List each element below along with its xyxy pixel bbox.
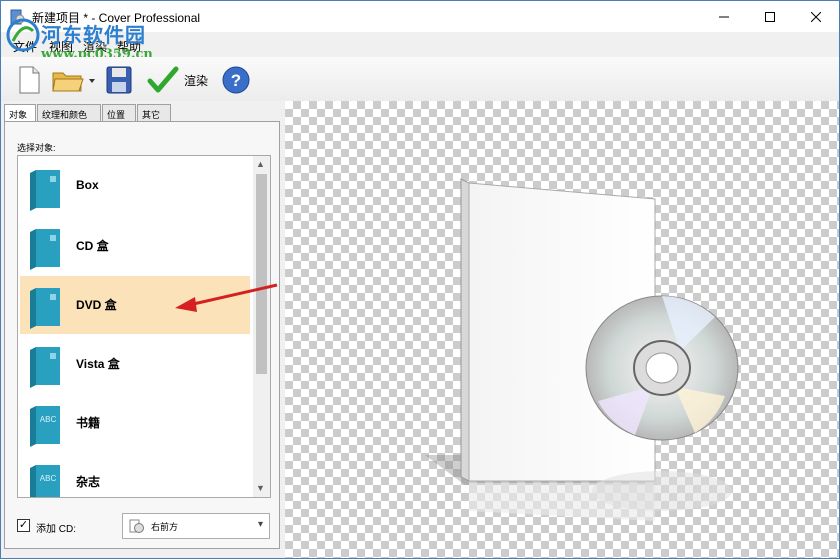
app-window: 新建项目 * - Cover Professional 文件 视图 渲染 帮助 … xyxy=(0,0,840,559)
annotation-arrow-icon xyxy=(175,283,278,312)
